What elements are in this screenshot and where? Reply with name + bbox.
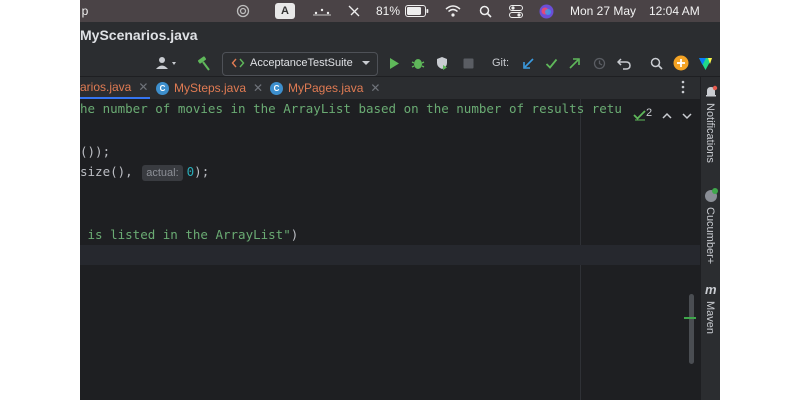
code-text: ()); bbox=[80, 144, 111, 159]
ide-update-icon[interactable] bbox=[672, 54, 690, 72]
code-line-comment: he number of movies in the ArrayList bas… bbox=[80, 99, 622, 119]
code-text: ) bbox=[290, 227, 299, 242]
menubar-date: Mon 27 May bbox=[570, 4, 637, 18]
cucumber-icon[interactable] bbox=[703, 187, 719, 208]
rollback-undo-icon[interactable] bbox=[616, 54, 632, 72]
macos-menu-bar: p A 81% Mon 27 May 12:04 AM bbox=[80, 0, 720, 22]
ide-toolbar: AcceptanceTestSuite Git: bbox=[80, 50, 720, 77]
git-update-arrow-icon[interactable] bbox=[520, 54, 536, 72]
close-icon[interactable]: ✕ bbox=[253, 81, 263, 95]
input-source-badge[interactable]: A bbox=[275, 3, 295, 19]
java-class-icon: C bbox=[156, 81, 169, 95]
run-config-icon bbox=[231, 56, 245, 73]
ide-title-bar: MyScenarios.java bbox=[80, 22, 720, 50]
window-title: MyScenarios.java bbox=[80, 27, 198, 43]
notifications-bell-icon[interactable] bbox=[704, 85, 718, 104]
git-commit-check-icon[interactable] bbox=[543, 54, 559, 72]
pencil-slash-icon[interactable] bbox=[346, 3, 362, 19]
run-configuration-dropdown[interactable]: AcceptanceTestSuite bbox=[222, 52, 378, 76]
tab-mypages[interactable]: C MyPages.java ✕ bbox=[270, 77, 380, 99]
battery-icon[interactable] bbox=[404, 3, 430, 19]
change-marker bbox=[684, 317, 696, 319]
control-center-icon[interactable] bbox=[508, 3, 524, 19]
string-literal: is listed in the ArrayList" bbox=[80, 227, 291, 242]
parameter-hint: actual: bbox=[142, 165, 183, 181]
activity-dots-icon[interactable] bbox=[312, 3, 332, 19]
code-line-2: ()); bbox=[80, 142, 110, 162]
maven-icon[interactable]: m bbox=[705, 282, 717, 297]
menubar-time: 12:04 AM bbox=[649, 4, 700, 18]
siri-icon[interactable] bbox=[538, 3, 554, 19]
battery-percent: 81% bbox=[376, 4, 401, 18]
history-clock-icon[interactable] bbox=[591, 54, 607, 72]
tab-myscenarios[interactable]: arios.java ✕ bbox=[80, 77, 150, 99]
app-menu-fragment[interactable]: p bbox=[80, 3, 90, 19]
editor-scrollbar[interactable] bbox=[689, 294, 694, 364]
git-push-arrow-icon[interactable] bbox=[566, 54, 582, 72]
more-tabs-icon[interactable] bbox=[680, 80, 686, 99]
code-editor[interactable]: he number of movies in the ArrayList bas… bbox=[80, 99, 700, 400]
wifi-icon[interactable] bbox=[444, 3, 462, 19]
java-class-icon: C bbox=[270, 81, 283, 95]
build-hammer-icon[interactable] bbox=[194, 54, 212, 72]
cucumber-tool-window[interactable]: Cucumber+ bbox=[704, 207, 716, 264]
close-icon[interactable]: ✕ bbox=[138, 80, 148, 94]
tab-label: MySteps.java bbox=[174, 81, 247, 95]
code-text: size(), bbox=[80, 164, 141, 179]
close-icon[interactable]: ✕ bbox=[370, 81, 380, 95]
run-config-label: AcceptanceTestSuite bbox=[250, 57, 353, 69]
code-line-3: size(), actual: 0); bbox=[80, 162, 209, 182]
current-line-highlight bbox=[80, 245, 700, 265]
jetbrains-ai-icon[interactable] bbox=[696, 54, 714, 72]
editor-tabs-bar: arios.java ✕ C MySteps.java ✕ C MyPages.… bbox=[80, 77, 700, 100]
stop-icon[interactable] bbox=[460, 54, 476, 72]
git-label: Git: bbox=[492, 57, 510, 69]
comment-text: he number of movies in the ArrayList bas… bbox=[80, 101, 622, 116]
previous-highlight-icon[interactable] bbox=[662, 108, 672, 126]
profile-menu-icon[interactable] bbox=[154, 54, 180, 72]
run-icon[interactable] bbox=[386, 54, 402, 72]
coverage-shield-icon[interactable] bbox=[434, 54, 450, 72]
right-tool-strip: Notifications Cucumber+ m Maven bbox=[700, 77, 720, 400]
next-highlight-icon[interactable] bbox=[682, 108, 692, 126]
tab-label: MyPages.java bbox=[288, 81, 364, 95]
tab-mysteps[interactable]: C MySteps.java ✕ bbox=[156, 77, 263, 99]
debug-bug-icon[interactable] bbox=[410, 54, 426, 72]
search-icon[interactable] bbox=[648, 54, 664, 72]
spiral-status-icon[interactable] bbox=[235, 3, 251, 19]
maven-tool-window[interactable]: Maven bbox=[704, 301, 716, 334]
chevron-down-icon bbox=[361, 57, 371, 72]
screen: p A 81% Mon 27 May 12:04 AM MyScenarios.… bbox=[80, 0, 720, 400]
notifications-tool-window[interactable]: Notifications bbox=[704, 103, 716, 163]
inspection-check-icon[interactable] bbox=[633, 108, 647, 126]
tab-label: arios.java bbox=[80, 80, 132, 94]
spotlight-search-icon[interactable] bbox=[478, 3, 492, 19]
code-text: ); bbox=[194, 164, 210, 179]
inspection-count: 2 bbox=[646, 107, 653, 119]
code-line-4: is listed in the ArrayList") bbox=[80, 225, 299, 245]
